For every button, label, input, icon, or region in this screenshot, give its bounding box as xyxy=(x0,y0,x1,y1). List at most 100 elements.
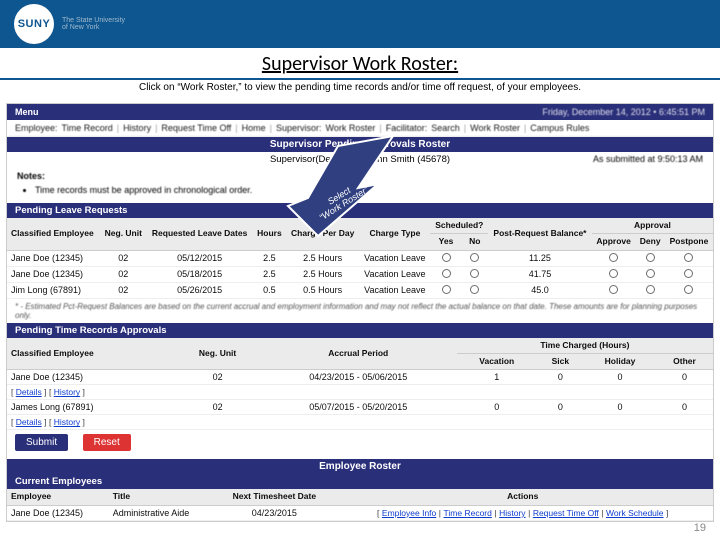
trcol-employee: Classified Employee xyxy=(7,338,175,370)
page-number: 19 xyxy=(694,522,706,534)
cell-date: 05/26/2015 xyxy=(147,282,253,298)
cell-links: [ Details ] [ History ] xyxy=(7,415,713,430)
cell-sched-yes[interactable] xyxy=(430,266,461,282)
submit-button[interactable]: Submit xyxy=(15,434,68,451)
cell-date: 05/12/2015 xyxy=(147,250,253,266)
cell-hrs: 2.5 xyxy=(253,250,286,266)
nav-facilitator-work-roster[interactable]: Work Roster xyxy=(470,123,520,133)
table-row: Jane Doe (12345)0204/23/2015 - 05/06/201… xyxy=(7,370,713,385)
trcol-charged: Time Charged (Hours) xyxy=(457,338,713,354)
col-approve: Approve xyxy=(592,234,636,250)
cell-sched-no[interactable] xyxy=(462,282,489,298)
cell-emp: Jim Long (67891) xyxy=(7,282,100,298)
cell-deny[interactable] xyxy=(635,250,665,266)
cell-postpone[interactable] xyxy=(665,282,713,298)
nav-home[interactable]: Home xyxy=(242,123,266,133)
roster-date: 04/23/2015 xyxy=(216,505,332,520)
nav-history[interactable]: History xyxy=(123,123,151,133)
cell-hrs: 2.5 xyxy=(253,266,286,282)
cell-approve[interactable] xyxy=(592,266,636,282)
cell-neg: 02 xyxy=(100,250,147,266)
cell-deny[interactable] xyxy=(635,266,665,282)
nav-employee-prefix: Employee: xyxy=(15,123,58,133)
cell-sick: 0 xyxy=(537,400,584,415)
cell-neg: 02 xyxy=(100,282,147,298)
menu-label[interactable]: Menu xyxy=(15,107,39,117)
brand-banner: SUNY The State University of New York xyxy=(0,0,720,48)
nav-facilitator-search[interactable]: Search xyxy=(431,123,460,133)
cell-approve[interactable] xyxy=(592,282,636,298)
col-employee: Classified Employee xyxy=(7,218,100,250)
cell-approve[interactable] xyxy=(592,250,636,266)
col-scheduled: Scheduled? xyxy=(430,218,488,234)
cell-emp: Jane Doe (12345) xyxy=(7,370,175,385)
supervisor-line: Supervisor(Designee): John Smith (45678)… xyxy=(7,152,713,167)
cell-neg: 02 xyxy=(175,400,259,415)
cell-oth: 0 xyxy=(656,400,713,415)
nav-work-roster[interactable]: Work Roster xyxy=(326,123,376,133)
roster-action-link[interactable]: Request Time Off xyxy=(533,508,599,518)
page-subtitle: Click on “Work Roster,” to view the pend… xyxy=(0,82,720,93)
table-row: Jane Doe (12345)0205/18/20152.52.5 Hours… xyxy=(7,266,713,282)
note-item: Time records must be approved in chronol… xyxy=(35,185,703,195)
cell-vac: 1 xyxy=(457,370,537,385)
pending-tr-table: Classified Employee Neg. Unit Accrual Pe… xyxy=(7,338,713,431)
section-header: Supervisor Pending Approvals Roster xyxy=(7,137,713,152)
cell-balance: 41.75 xyxy=(488,266,592,282)
leave-footnote: * - Estimated Pct-Request Balances are b… xyxy=(7,299,713,323)
roster-action-link[interactable]: Employee Info xyxy=(382,508,436,518)
cell-deny[interactable] xyxy=(635,282,665,298)
cell-type: Vacation Leave xyxy=(359,282,430,298)
roster-action-link[interactable]: Time Record xyxy=(444,508,492,518)
cell-cpd: 2.5 Hours xyxy=(286,266,359,282)
pending-leave-header: Pending Leave Requests xyxy=(7,203,713,218)
table-row: Jane Doe (12345)0205/12/20152.52.5 Hours… xyxy=(7,250,713,266)
pending-tr-header: Pending Time Records Approvals xyxy=(7,323,713,338)
details-link[interactable]: Details xyxy=(16,417,42,427)
cell-sched-no[interactable] xyxy=(462,266,489,282)
rcol-actions: Actions xyxy=(332,489,713,505)
col-yes: Yes xyxy=(430,234,461,250)
cell-sick: 0 xyxy=(537,370,584,385)
rcol-title: Title xyxy=(109,489,216,505)
col-postpone: Postpone xyxy=(665,234,713,250)
cell-cpd: 2.5 Hours xyxy=(286,250,359,266)
nav-campus-rules[interactable]: Campus Rules xyxy=(530,123,589,133)
col-approval: Approval xyxy=(592,218,713,234)
menu-bar: Menu Friday, December 14, 2012 • 6:45:51… xyxy=(7,104,713,120)
cell-sched-no[interactable] xyxy=(462,250,489,266)
history-link[interactable]: History xyxy=(54,387,80,397)
col-hours: Hours xyxy=(253,218,286,250)
nav-time-record[interactable]: Time Record xyxy=(62,123,113,133)
roster-action-link[interactable]: Work Schedule xyxy=(606,508,663,518)
trcol-hol: Holiday xyxy=(584,354,656,370)
nav-request-time-off[interactable]: Request Time Off xyxy=(161,123,231,133)
as-submitted: As submitted at 9:50:13 AM xyxy=(593,154,703,164)
col-cpd: Charge Per Day xyxy=(286,218,359,250)
roster-actions: [ Employee Info | Time Record | History … xyxy=(332,505,713,520)
nav-supervisor-prefix: Supervisor: xyxy=(276,123,322,133)
col-deny: Deny xyxy=(635,234,665,250)
table-row: James Long (67891)0205/07/2015 - 05/20/2… xyxy=(7,400,713,415)
cell-postpone[interactable] xyxy=(665,250,713,266)
rcol-date: Next Timesheet Date xyxy=(216,489,332,505)
roster-action-link[interactable]: History xyxy=(499,508,525,518)
cell-hol: 0 xyxy=(584,370,656,385)
history-link[interactable]: History xyxy=(54,417,80,427)
reset-button[interactable]: Reset xyxy=(83,434,131,451)
title-strip: Supervisor Work Roster: xyxy=(0,48,720,80)
action-buttons: Submit Reset xyxy=(7,430,713,455)
app-screenshot: Menu Friday, December 14, 2012 • 6:45:51… xyxy=(6,103,714,522)
trcol-neg: Neg. Unit xyxy=(175,338,259,370)
cell-period: 04/23/2015 - 05/06/2015 xyxy=(260,370,457,385)
cell-sched-yes[interactable] xyxy=(430,282,461,298)
details-link[interactable]: Details xyxy=(16,387,42,397)
cell-postpone[interactable] xyxy=(665,266,713,282)
suny-logo: SUNY xyxy=(14,4,54,44)
employee-roster-header: Employee Roster xyxy=(7,459,713,474)
table-row-links: [ Details ] [ History ] xyxy=(7,385,713,400)
nav-facilitator-prefix: Facilitator: xyxy=(386,123,428,133)
roster-emp: Jane Doe (12345) xyxy=(7,505,109,520)
cell-sched-yes[interactable] xyxy=(430,250,461,266)
cell-emp: Jane Doe (12345) xyxy=(7,250,100,266)
